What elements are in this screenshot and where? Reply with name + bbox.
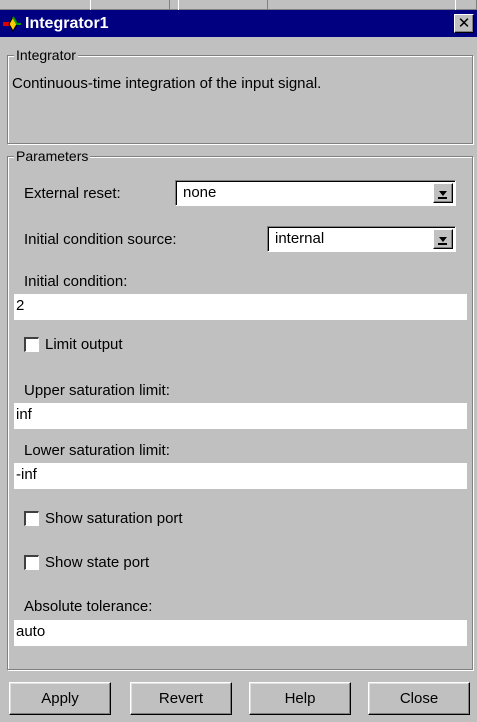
limit-output-label: Limit output (45, 336, 123, 353)
close-button-label: Close (399, 690, 439, 707)
show-saturation-port-label: Show saturation port (45, 510, 183, 527)
apply-button-label: Apply (41, 690, 79, 707)
show-saturation-port-checkbox[interactable] (24, 511, 39, 526)
lower-saturation-limit-label: Lower saturation limit: (24, 442, 170, 459)
initial-condition-field[interactable]: 2 (14, 294, 467, 320)
window-title: Integrator1 (25, 14, 109, 32)
external-reset-label: External reset: (24, 185, 121, 202)
description-group-title: Integrator (14, 47, 78, 63)
lower-saturation-limit-field[interactable]: -inf (14, 463, 467, 489)
absolute-tolerance-label: Absolute tolerance: (24, 598, 153, 615)
lower-saturation-limit-value: -inf (16, 466, 37, 483)
upper-saturation-limit-label: Upper saturation limit: (24, 382, 170, 399)
initial-condition-source-label: Initial condition source: (24, 231, 177, 248)
initial-condition-source-value: internal (275, 230, 325, 247)
help-button-label: Help (284, 690, 316, 707)
initial-condition-source-select[interactable]: internal (267, 226, 456, 252)
initial-condition-value: 2 (16, 297, 25, 314)
help-button[interactable]: Help (249, 682, 351, 715)
simulink-icon (3, 15, 21, 32)
upper-saturation-limit-field[interactable]: inf (14, 403, 467, 429)
initial-condition-label: Initial condition: (24, 273, 128, 290)
show-state-port-checkbox-row[interactable]: Show state port (24, 554, 149, 571)
upper-saturation-limit-value: inf (16, 406, 32, 423)
parameters-group-title: Parameters (14, 148, 91, 164)
limit-output-checkbox-row[interactable]: Limit output (24, 336, 123, 353)
absolute-tolerance-value: auto (16, 623, 46, 640)
description-group: Integrator Continuous-time integration o… (7, 47, 473, 144)
external-reset-select[interactable]: none (175, 180, 456, 206)
background-window-strip (0, 0, 477, 10)
show-state-port-checkbox[interactable] (24, 555, 39, 570)
limit-output-checkbox[interactable] (24, 337, 39, 352)
chevron-down-icon[interactable] (433, 183, 453, 203)
close-button[interactable]: Close (368, 682, 470, 715)
show-state-port-label: Show state port (45, 554, 150, 571)
show-saturation-port-checkbox-row[interactable]: Show saturation port (24, 510, 183, 527)
title-bar[interactable]: Integrator1 ✕ (0, 10, 477, 37)
block-description: Continuous-time integration of the input… (12, 75, 322, 92)
external-reset-value: none (183, 184, 217, 201)
close-icon: ✕ (457, 15, 471, 32)
chevron-down-icon[interactable] (433, 229, 453, 249)
close-window-button[interactable]: ✕ (454, 14, 474, 33)
apply-button[interactable]: Apply (9, 682, 111, 715)
absolute-tolerance-field[interactable]: auto (14, 620, 467, 646)
revert-button-label: Revert (158, 690, 204, 707)
revert-button[interactable]: Revert (130, 682, 232, 715)
